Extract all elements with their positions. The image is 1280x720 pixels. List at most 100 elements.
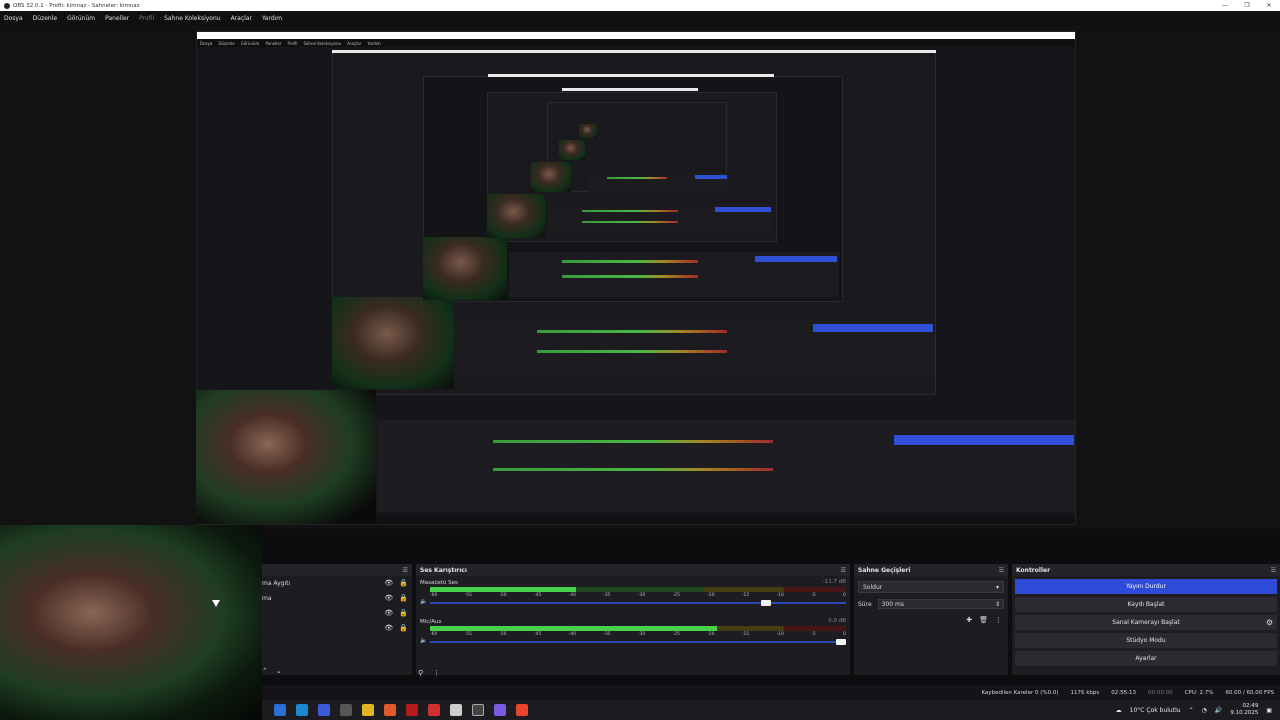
nested-meter-0b <box>493 468 773 471</box>
stop-stream-button[interactable]: Yayını Durdur <box>1015 579 1277 594</box>
window-title: OBS 32.0.1 - Profil: kimnaz - Sahneler: … <box>0 2 140 9</box>
menu-profile[interactable]: Profil <box>139 15 154 22</box>
transitions-title: Sahne Geçişleri <box>858 566 911 574</box>
lock-icon[interactable]: 🔒 <box>399 580 408 587</box>
menu-edit[interactable]: Düzenle <box>33 15 57 22</box>
close-icon[interactable]: ✕ <box>1258 0 1280 11</box>
opera-icon[interactable] <box>406 704 418 716</box>
weather-text[interactable]: 10°C Çok bulutlu <box>1130 707 1181 714</box>
chevron-down-icon[interactable]: ⌄ <box>276 668 282 675</box>
volume-icon[interactable]: 🔊 <box>1215 707 1222 714</box>
scale-tick-label: -45 <box>533 632 542 637</box>
clock[interactable]: 02:49 9.10.2025 <box>1230 703 1258 717</box>
source-row[interactable]: 👁 🔒 <box>262 621 412 636</box>
dropped-frames: Kaybedilen Kareler 0 (%0.0) <box>981 689 1059 696</box>
nested-menu-view: Görünüm <box>240 40 260 46</box>
add-icon[interactable]: ✚ <box>966 617 972 624</box>
taskbar-apps <box>262 704 528 716</box>
maximize-icon[interactable]: ❐ <box>1236 0 1258 11</box>
volume-slider-knob[interactable] <box>761 600 772 606</box>
channel-db: 0.0 dB <box>828 618 846 624</box>
app-icon[interactable] <box>516 704 528 716</box>
nested-meter-3a <box>582 210 678 212</box>
file-explorer-icon[interactable] <box>274 704 286 716</box>
obs-taskbar-icon[interactable] <box>472 704 484 716</box>
discord-icon[interactable] <box>494 704 506 716</box>
outlook-icon[interactable] <box>296 704 308 716</box>
volume-slider-knob[interactable] <box>836 639 846 645</box>
trash-icon[interactable]: 🗑 <box>979 617 988 624</box>
mixer-channel-desktop: Masaüstü Ses -11.7 dB -60 -55 -50 -45 -40 -35… <box>416 576 850 615</box>
preview-area[interactable]: Dosya Düzenle Görünüm Paneller Profil Sa… <box>0 25 1280 529</box>
transition-select[interactable]: Soldur ▾ <box>858 581 1004 593</box>
menu-tools[interactable]: Araçlar <box>231 15 252 22</box>
eye-icon[interactable]: 👁 <box>384 595 393 602</box>
mouse-cursor <box>212 600 220 607</box>
volume-slider[interactable] <box>430 600 846 606</box>
scale-tick-label: -50 <box>499 632 507 637</box>
chrome-icon[interactable] <box>362 704 374 716</box>
source-row[interactable]: 👁 🔒 <box>262 606 412 621</box>
folder-icon[interactable] <box>450 704 462 716</box>
scale-tick-label: -50 <box>499 593 507 598</box>
lock-icon[interactable]: 🔒 <box>399 595 408 602</box>
brave-icon[interactable] <box>384 704 396 716</box>
scale-tick-label: -55 <box>464 632 473 637</box>
nested-menu-docks: Paneller <box>265 40 282 46</box>
mixer-title: Ses Karıştırıcı <box>420 566 467 574</box>
controls-dock-menu-icon[interactable]: ☰ <box>1271 567 1276 574</box>
studio-mode-button[interactable]: Stüdyo Modu <box>1015 633 1277 648</box>
speaker-icon[interactable]: 🔈 <box>420 637 427 644</box>
start-recording-button[interactable]: Kaydı Başlat <box>1015 597 1277 612</box>
more-icon[interactable]: ⋮ <box>995 617 1002 624</box>
duration-value: 300 ms <box>881 600 904 608</box>
speaker-icon[interactable]: 🔈 <box>420 598 427 605</box>
link-icon[interactable]: ⚲ <box>418 670 423 677</box>
weather-icon[interactable]: ☁ <box>1116 707 1122 714</box>
menu-docks[interactable]: Paneller <box>105 15 129 22</box>
scale-tick-label: 0 <box>843 593 846 598</box>
meter-scale: -60 -55 -50 -45 -40 -35 -30 -25 -20 -15 -10 -5 0 <box>430 632 846 638</box>
scale-tick-label: -55 <box>464 593 473 598</box>
chevron-up-icon[interactable]: ⌃ <box>262 668 268 675</box>
controls-dock-header: Kontroller ☰ <box>1012 564 1280 576</box>
volume-slider[interactable] <box>430 639 846 645</box>
transitions-dock-menu-icon[interactable]: ☰ <box>999 567 1004 574</box>
source-row[interactable]: ma Aygıtı 👁 🔒 <box>262 576 412 591</box>
gear-icon[interactable]: ⚙ <box>1266 618 1273 627</box>
spin-arrows-icon[interactable]: ⇕ <box>995 601 1000 608</box>
scale-tick-label: -25 <box>672 593 680 598</box>
webcam-preview-mid <box>196 390 376 524</box>
source-label: ma Aygıtı <box>262 580 291 587</box>
more-icon[interactable]: ⋮ <box>433 670 440 677</box>
calculator-icon[interactable] <box>318 704 330 716</box>
cpu-usage: CPU: 2.7% <box>1184 689 1214 696</box>
live-time: 02:55:13 <box>1111 689 1136 696</box>
mixer-dock-menu-icon[interactable]: ☰ <box>841 567 846 574</box>
wps-icon[interactable] <box>428 704 440 716</box>
volume-meter <box>430 626 846 631</box>
eye-icon[interactable]: 👁 <box>384 610 393 617</box>
scale-tick-label: -40 <box>568 593 576 598</box>
duration-spinbox[interactable]: 300 ms ⇕ <box>877 599 1004 609</box>
menu-help[interactable]: Yardım <box>262 15 282 22</box>
menu-view[interactable]: Görünüm <box>67 15 95 22</box>
notification-icon[interactable]: ▣ <box>1266 707 1272 714</box>
media-icon[interactable] <box>340 704 352 716</box>
controls-dock: Kontroller ☰ Yayını Durdur Kaydı Başlat … <box>1012 564 1280 675</box>
lock-icon[interactable]: 🔒 <box>399 610 408 617</box>
menu-scene-collection[interactable]: Sahne Koleksiyonu <box>164 15 220 22</box>
settings-button[interactable]: Ayarlar <box>1015 651 1277 666</box>
scenes-dock-menu-icon[interactable]: ☰ <box>403 567 408 574</box>
status-bar: Kaybedilen Kareler 0 (%0.0) 1176 kbps 02… <box>262 685 1280 700</box>
eye-icon[interactable]: 👁 <box>384 580 393 587</box>
eye-icon[interactable]: 👁 <box>384 625 393 632</box>
tray-chevron-icon[interactable]: ⌃ <box>1189 707 1194 714</box>
menu-file[interactable]: Dosya <box>4 15 23 22</box>
source-row[interactable]: ma 👁 🔒 <box>262 591 412 606</box>
wifi-icon[interactable]: ◔ <box>1202 707 1207 714</box>
lock-icon[interactable]: 🔒 <box>399 625 408 632</box>
title-bar: OBS 32.0.1 - Profil: kimnaz - Sahneler: … <box>0 0 1280 11</box>
minimize-icon[interactable]: — <box>1214 0 1236 11</box>
virtual-camera-button[interactable]: Sanal Kamerayı Başlat ⚙ <box>1015 615 1277 630</box>
